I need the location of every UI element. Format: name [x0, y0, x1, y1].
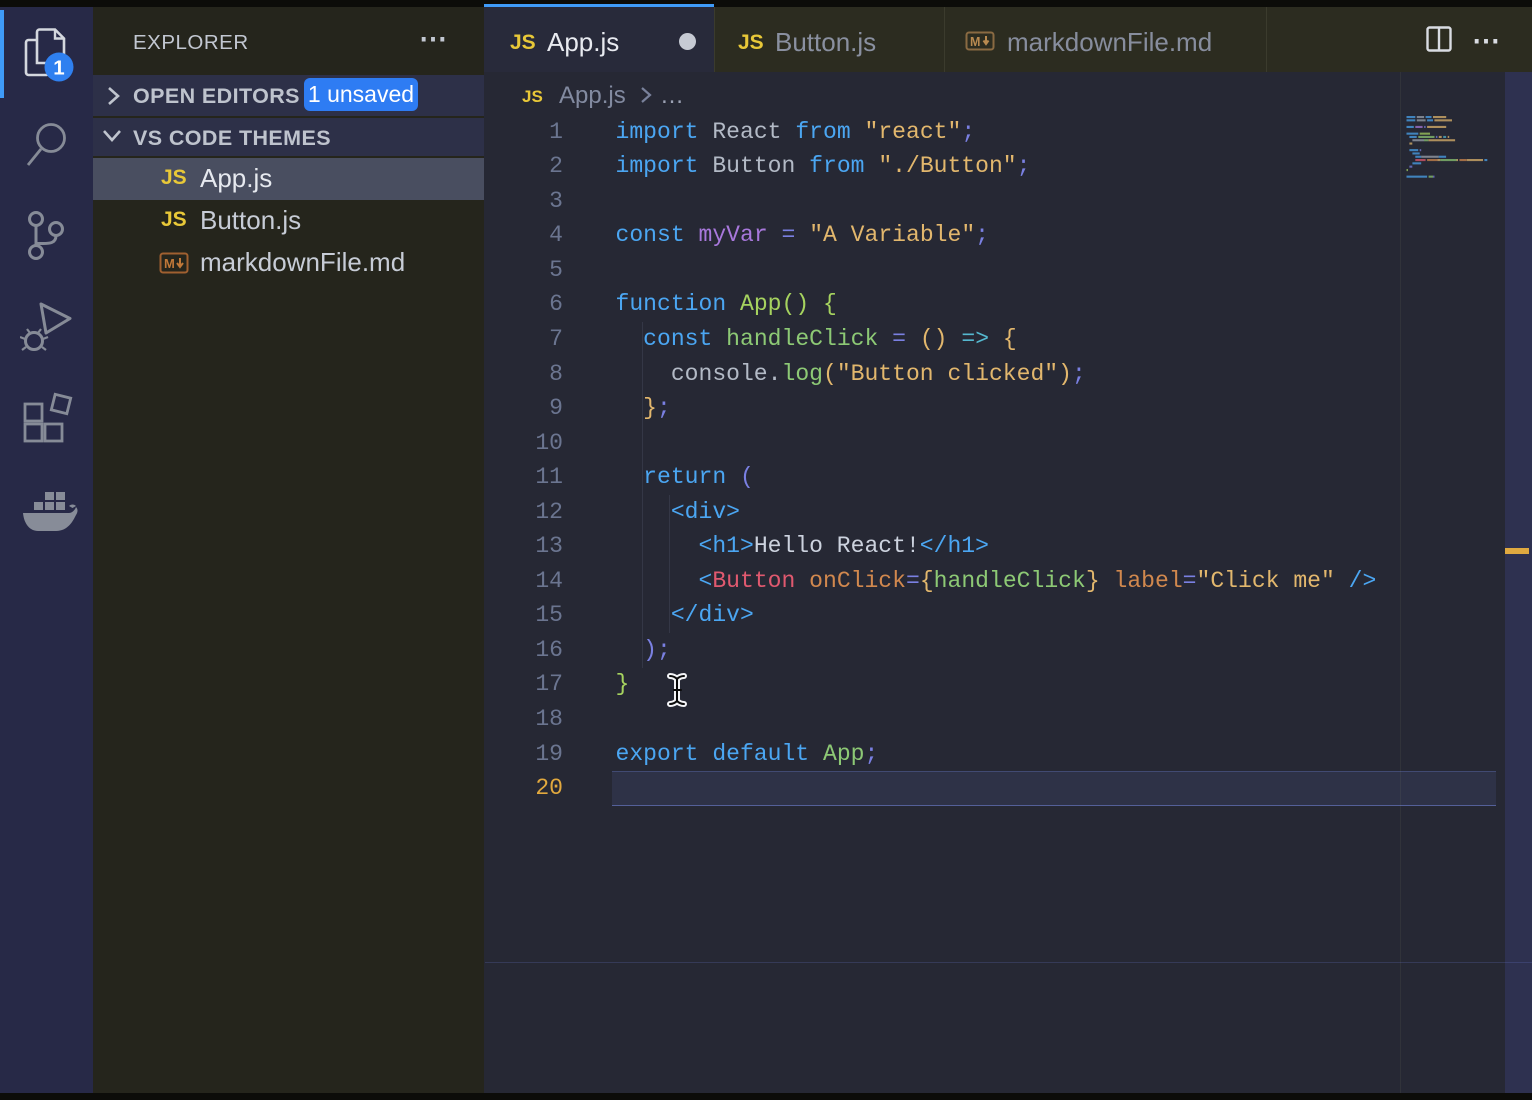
- svg-text:1: 1: [53, 57, 64, 80]
- svg-text:M: M: [164, 256, 175, 271]
- svg-text:M: M: [970, 35, 980, 49]
